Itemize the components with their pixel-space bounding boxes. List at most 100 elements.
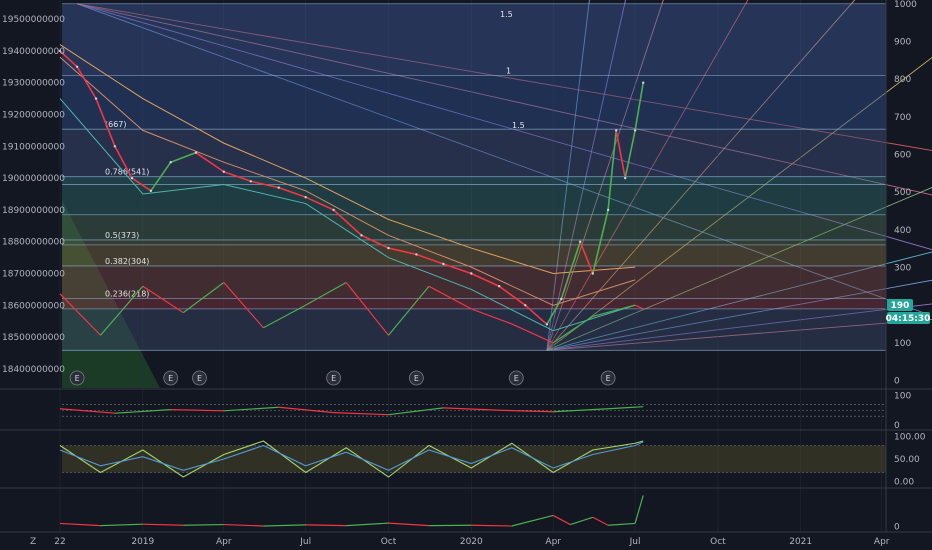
x-axis-tick: Apr	[874, 537, 890, 547]
fib-label: 0.5(373)	[105, 231, 139, 240]
fib-zone	[62, 75, 886, 130]
fib-label: 1.5	[512, 121, 525, 130]
price-point	[249, 180, 252, 183]
left-axis-tick: 18800000000	[2, 238, 65, 248]
price-point	[560, 297, 563, 301]
price-point	[442, 262, 445, 266]
pane-axis-tick: 50.00	[894, 455, 920, 465]
price-point	[94, 97, 98, 100]
pane-series-segment	[305, 524, 347, 527]
right-axis-tick: 400	[894, 226, 911, 236]
left-axis-tick: 19500000000	[2, 15, 65, 25]
left-axis-tick: 18400000000	[2, 365, 65, 375]
right-axis-tick: 300	[894, 263, 911, 273]
fib-zone	[62, 308, 886, 351]
x-axis-tick: Apr	[216, 537, 232, 547]
pane-axis-tick: 100.00	[894, 433, 926, 443]
fib-zone	[62, 298, 886, 309]
earnings-event-label: E	[331, 374, 336, 383]
price-point	[332, 208, 335, 212]
pane-series-segment	[471, 524, 512, 527]
price-point	[360, 234, 363, 237]
price-point	[545, 323, 549, 326]
fib-zone	[62, 176, 886, 185]
earnings-event-label: E	[606, 374, 611, 383]
price-point	[606, 208, 610, 212]
pane-axis-tick: 0	[894, 421, 900, 431]
fibonacci-retracement[interactable]: (667)0.786(541)0.5(373)0.382(304)0.236(2…	[62, 3, 886, 351]
price-point	[113, 145, 117, 148]
fib-label: 0.236(218)	[105, 289, 149, 298]
right-axis-tick: 900	[894, 37, 911, 47]
left-axis-tick: 19400000000	[2, 47, 65, 57]
price-point	[579, 240, 582, 243]
left-axis-tick: 18500000000	[2, 333, 65, 343]
left-axis-tick: 18900000000	[2, 206, 65, 216]
right-axis-tick: 100	[894, 339, 911, 349]
x-axis-tick: 2020	[460, 537, 483, 547]
price-point	[633, 129, 637, 132]
price-point	[149, 189, 153, 193]
pane-band	[62, 445, 886, 473]
x-axis-tick: Oct	[381, 537, 397, 547]
price-point	[470, 272, 473, 275]
earnings-event-label: E	[514, 374, 519, 383]
right-axis-tick: 1000	[894, 0, 917, 10]
earnings-event-label: E	[197, 374, 202, 383]
earnings-event-label: E	[414, 374, 419, 383]
left-axis-tick: 19300000000	[2, 79, 65, 89]
fib-zone	[62, 265, 886, 299]
pane-axis-tick: 100	[894, 391, 911, 401]
right-axis-tick: 500	[894, 188, 911, 198]
x-axis-tick: Apr	[545, 537, 561, 547]
fib-label: 1.5	[500, 10, 513, 19]
price-point	[642, 81, 645, 84]
right-axis-tick: 0	[894, 376, 900, 386]
price-point	[304, 195, 307, 199]
last-value-badge: 190	[887, 299, 913, 311]
left-axis-tick: 19200000000	[2, 110, 65, 120]
countdown-text: 04:15:30	[886, 314, 931, 324]
pane-axis-tick: 0	[894, 522, 900, 532]
right-axis-tick: 600	[894, 150, 911, 160]
price-point	[524, 304, 527, 307]
fib-zone	[62, 3, 886, 76]
left-axis-tick: 18700000000	[2, 270, 65, 280]
fib-label: 0.382(304)	[105, 257, 149, 266]
fib-zone	[62, 214, 886, 240]
price-point	[615, 129, 618, 132]
right-axis-tick: 700	[894, 113, 911, 123]
right-axis-tick: 800	[894, 75, 911, 85]
price-point	[591, 272, 594, 275]
price-point	[130, 176, 134, 180]
price-point	[194, 151, 198, 154]
fib-zone	[62, 129, 886, 177]
fib-zone	[62, 239, 886, 245]
x-axis-tick: 2021	[789, 537, 812, 547]
pane-series-segment	[183, 523, 224, 526]
x-axis-tick: Jul	[299, 537, 311, 547]
pane-axis-tick: 0.00	[894, 478, 914, 488]
fib-zone	[62, 244, 886, 266]
price-point	[415, 253, 418, 256]
earnings-event-label: E	[75, 374, 80, 383]
x-axis-tick: 22	[54, 537, 65, 547]
left-axis-tick: 19000000000	[2, 174, 65, 184]
price-point	[624, 176, 627, 180]
x-axis-tick: Oct	[710, 537, 726, 547]
timezone-z-icon[interactable]: Z	[30, 537, 36, 547]
price-point	[75, 65, 79, 68]
left-axis-tick: 19100000000	[2, 142, 65, 152]
countdown-badge: 04:15:30	[886, 312, 931, 324]
earnings-event-label: E	[168, 374, 173, 383]
last-value-text: 190	[891, 301, 910, 311]
fib-label: 1	[506, 66, 511, 75]
chart-canvas[interactable]: (667)0.786(541)0.5(373)0.382(304)0.236(2…	[0, 0, 932, 550]
price-point	[387, 246, 390, 250]
price-point	[277, 186, 280, 189]
price-point	[169, 160, 172, 164]
left-axis-tick: 18600000000	[2, 301, 65, 311]
x-axis-tick: 2019	[131, 537, 154, 547]
price-point	[222, 170, 225, 173]
price-point	[498, 285, 501, 288]
